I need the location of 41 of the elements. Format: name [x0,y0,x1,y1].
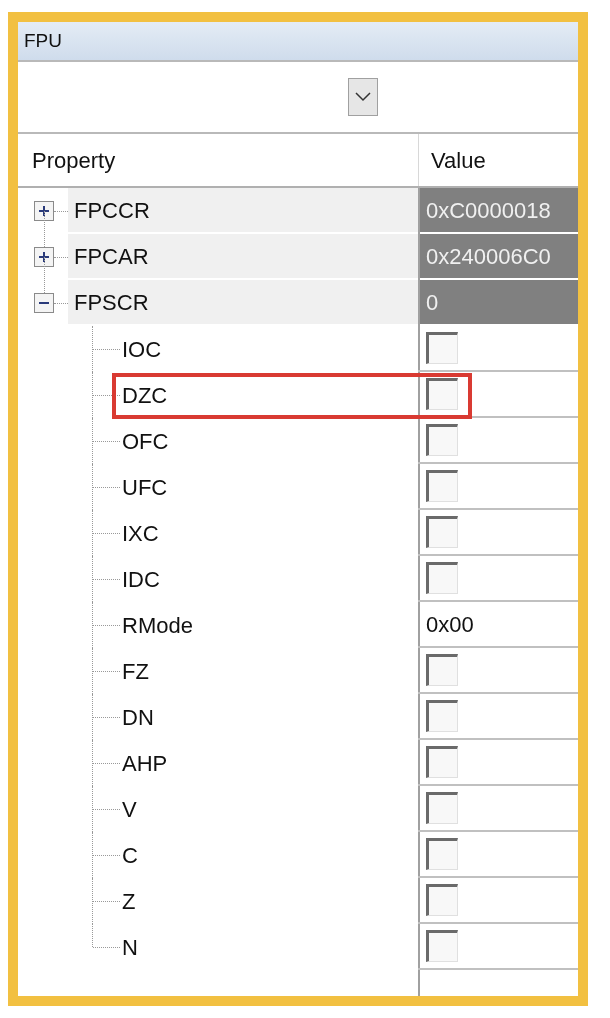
checkbox[interactable] [426,562,458,594]
register-field-name[interactable]: V [122,792,137,826]
register-field-name[interactable]: DN [122,700,154,734]
property-value[interactable]: 0x00 [426,607,474,641]
checkbox[interactable] [426,516,458,548]
register-field-name[interactable]: OFC [122,424,169,458]
checkbox[interactable] [426,884,458,916]
checkbox[interactable] [426,332,458,364]
expand-icon[interactable] [34,247,54,267]
register-field-name[interactable]: IOC [122,332,162,366]
register-field-name[interactable]: RMode [122,608,193,642]
register-field-name[interactable]: Z [122,884,136,918]
checkbox[interactable] [426,378,458,410]
register-field-name[interactable]: UFC [122,470,168,504]
register-name[interactable]: FPSCR [68,280,418,326]
register-name[interactable]: FPCCR [68,188,418,234]
checkbox[interactable] [426,654,458,686]
checkbox[interactable] [426,470,458,502]
register-name[interactable]: FPCAR [68,234,418,280]
collapse-icon[interactable] [34,293,54,313]
chevron-down-icon [355,92,371,102]
property-value[interactable]: 0 [418,280,578,326]
register-field-name[interactable]: IXC [122,516,159,550]
checkbox[interactable] [426,700,458,732]
expand-icon[interactable] [34,201,54,221]
register-field-name[interactable]: N [122,930,138,964]
checkbox[interactable] [426,746,458,778]
register-field-name[interactable]: AHP [122,746,168,780]
column-header[interactable]: Value [418,134,578,186]
dropdown-button[interactable] [348,78,378,116]
column-header[interactable]: Property [18,134,418,186]
property-value[interactable]: 0x240006C0 [418,234,578,280]
checkbox[interactable] [426,930,458,962]
register-field-name[interactable]: C [122,838,138,872]
register-field-name[interactable]: IDC [122,562,160,596]
register-field-name[interactable]: DZC [122,378,168,412]
checkbox[interactable] [426,424,458,456]
register-field-name[interactable]: FZ [122,654,149,688]
checkbox[interactable] [426,792,458,824]
panel-title: FPU [24,28,62,53]
checkbox[interactable] [426,838,458,870]
